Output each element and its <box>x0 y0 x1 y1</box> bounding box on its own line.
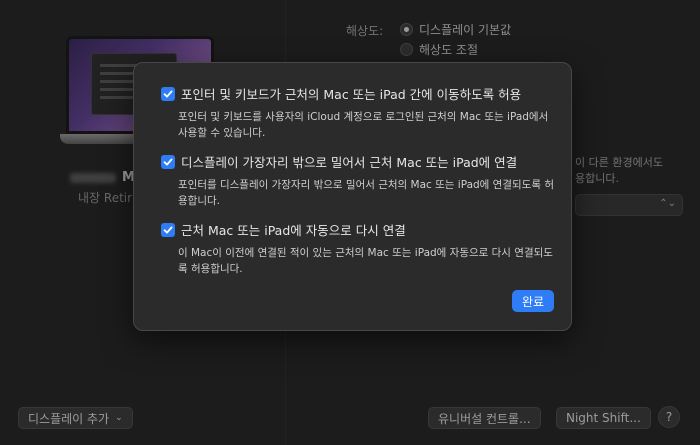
option-description: 포인터 및 키보드를 사용자의 iCloud 계정으로 로그인된 근처의 Mac… <box>178 111 549 139</box>
checkbox-allow-pointer-keyboard[interactable] <box>161 86 175 101</box>
checkbox-push-through-edge[interactable] <box>161 154 175 169</box>
option-title: 디스플레이 가장자리 밖으로 밀어서 근처 Mac 또는 iPad에 연결 <box>181 155 518 170</box>
option-title: 포인터 및 키보드가 근처의 Mac 또는 iPad 간에 이동하도록 허용 <box>181 87 522 102</box>
option-title: 근처 Mac 또는 iPad에 자동으로 다시 연결 <box>181 223 406 238</box>
done-button[interactable]: 완료 <box>512 290 554 312</box>
universal-control-sheet: 포인터 및 키보드가 근처의 Mac 또는 iPad 간에 이동하도록 허용 포… <box>133 62 572 331</box>
checkbox-auto-reconnect[interactable] <box>161 222 175 237</box>
option-description: 이 Mac이 이전에 연결된 적이 있는 근처의 Mac 또는 iPad에 자동… <box>178 247 553 275</box>
option-description: 포인터를 디스플레이 가장자리 밖으로 밀어서 근처의 Mac 또는 iPad에… <box>178 179 554 207</box>
option-allow-pointer-keyboard: 포인터 및 키보드가 근처의 Mac 또는 iPad 간에 이동하도록 허용 포… <box>161 84 561 141</box>
option-push-through-edge: 디스플레이 가장자리 밖으로 밀어서 근처 Mac 또는 iPad에 연결 포인… <box>161 152 561 209</box>
option-auto-reconnect: 근처 Mac 또는 iPad에 자동으로 다시 연결 이 Mac이 이전에 연결… <box>161 220 561 277</box>
checkmark-icon <box>163 158 173 165</box>
checkmark-icon <box>163 90 173 97</box>
checkmark-icon <box>163 226 173 233</box>
